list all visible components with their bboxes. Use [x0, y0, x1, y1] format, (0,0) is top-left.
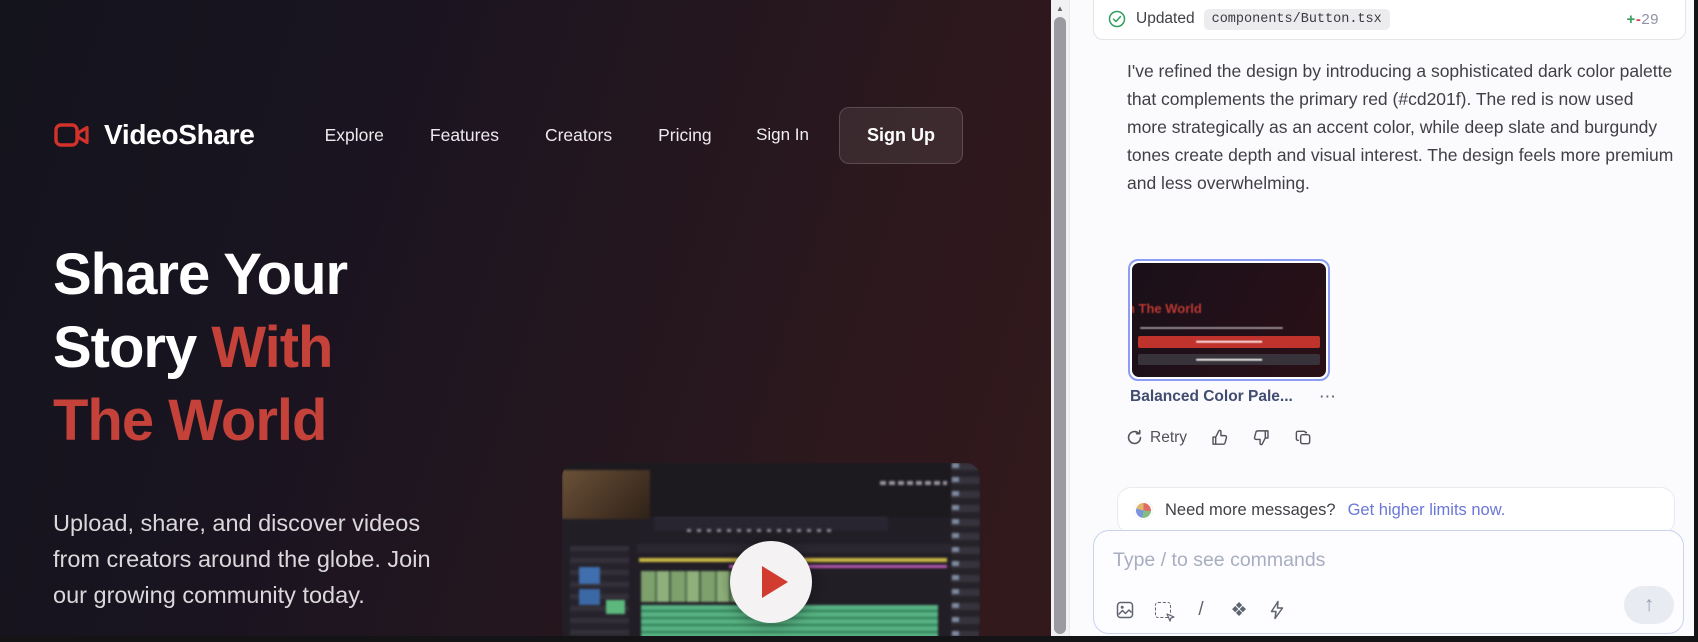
retry-button[interactable]: Retry [1126, 429, 1187, 447]
window-bottom-edge [0, 636, 1698, 642]
mini-primary-button-bar [1138, 336, 1320, 348]
diff-plus: + [1627, 11, 1636, 28]
diff-count: 29 [1641, 11, 1659, 28]
mini-secondary-button-bar [1138, 354, 1320, 365]
retry-label: Retry [1150, 429, 1187, 447]
mini-tagline-bar [1140, 327, 1284, 330]
site-logo[interactable]: VideoShare [54, 119, 255, 151]
hero-subtitle: Upload, share, and discover videos from … [53, 505, 461, 613]
diff-stat: +-29 [1627, 11, 1659, 28]
thumbnail-caption[interactable]: Balanced Color Pale... [1130, 388, 1293, 406]
slash-command-icon[interactable]: / [1191, 600, 1211, 620]
composer-toolbar: / ❖ [1115, 600, 1287, 620]
tool-update-card[interactable]: Updated components/Button.tsx +-29 [1093, 0, 1686, 40]
lightning-icon[interactable] [1267, 600, 1287, 620]
send-button[interactable]: ↑ [1624, 586, 1674, 624]
hero-title: Share Your Story With The World [53, 238, 347, 457]
nav-creators[interactable]: Creators [545, 125, 612, 146]
check-circle-icon [1108, 10, 1126, 28]
video-camera-icon [54, 121, 90, 149]
design-thumbnail-card[interactable]: h The World [1128, 259, 1330, 381]
nav-features[interactable]: Features [430, 125, 499, 146]
window-right-edge [1694, 0, 1698, 642]
send-arrow-icon: ↑ [1644, 593, 1655, 617]
message-actions: Retry [1126, 428, 1313, 447]
hero-line1: Share Your [53, 242, 347, 307]
hero-video-preview [562, 463, 980, 642]
sign-in-link[interactable]: Sign In [756, 125, 809, 145]
components-icon[interactable]: ❖ [1229, 600, 1249, 620]
message-input[interactable] [1113, 543, 1613, 577]
thumbnail-caption-row: Balanced Color Pale... ⋯ [1130, 387, 1338, 407]
brand-name: VideoShare [104, 119, 255, 151]
nav-pricing[interactable]: Pricing [658, 125, 712, 146]
thumbs-up-icon[interactable] [1210, 428, 1229, 447]
thumbs-down-icon[interactable] [1252, 428, 1271, 447]
hero-line2-red: With [211, 315, 332, 380]
design-thumbnail-preview: h The World [1132, 263, 1326, 377]
play-icon [762, 566, 788, 598]
scrollbar-up-arrow[interactable]: ▲ [1051, 0, 1069, 16]
copy-icon[interactable] [1294, 428, 1313, 447]
site-auth: Sign In Sign Up [756, 107, 963, 164]
nav-explore[interactable]: Explore [325, 125, 384, 146]
sign-up-button[interactable]: Sign Up [839, 107, 963, 164]
play-button[interactable] [730, 541, 812, 623]
hero-line2-white: Story [53, 315, 196, 380]
file-chip: components/Button.tsx [1204, 9, 1390, 30]
hero-line3: The World [53, 388, 326, 453]
site-nav: Explore Features Creators Pricing [325, 125, 712, 146]
chat-panel: Updated components/Button.tsx +-29 I've … [1069, 0, 1694, 636]
tool-status-label: Updated [1136, 10, 1195, 28]
screen: VideoShare Explore Features Creators Pri… [0, 0, 1698, 642]
site-preview: VideoShare Explore Features Creators Pri… [0, 0, 1051, 642]
retry-icon [1126, 429, 1143, 446]
select-element-icon[interactable] [1153, 600, 1173, 620]
scrollbar-thumb[interactable] [1054, 17, 1066, 634]
notice-text: Need more messages? [1165, 501, 1336, 520]
vertical-scrollbar[interactable]: ▲ [1051, 0, 1069, 642]
site-header: VideoShare Explore Features Creators Pri… [54, 102, 963, 168]
get-higher-limits-link[interactable]: Get higher limits now. [1348, 501, 1506, 520]
mini-hero-heading: h The World [1132, 301, 1202, 316]
limits-notice-banner: Need more messages? Get higher limits no… [1117, 487, 1675, 534]
attach-image-icon[interactable] [1115, 600, 1135, 620]
usage-pie-icon [1134, 501, 1153, 520]
more-options-icon[interactable]: ⋯ [1319, 387, 1338, 407]
assistant-message: I've refined the design by introducing a… [1127, 57, 1675, 197]
composer: / ❖ ↑ [1093, 530, 1684, 634]
